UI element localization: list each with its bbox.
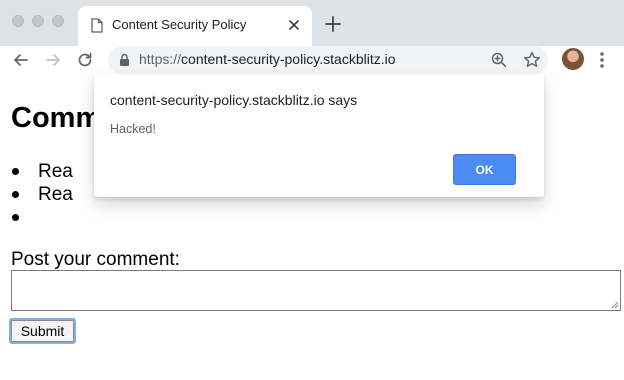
comment-list: Rea Rea [12,160,73,229]
tab-title: Content Security Policy [112,17,247,32]
page-title: Comm [11,102,102,134]
list-item [12,206,73,229]
close-icon[interactable] [285,16,303,34]
browser-toolbar: https://content-security-policy.stackbli… [0,46,624,74]
arrow-right-icon[interactable] [43,50,63,70]
arrow-left-icon[interactable] [11,50,31,70]
ok-button[interactable]: OK [453,154,516,185]
dialog-title: content-security-policy.stackblitz.io sa… [110,92,358,108]
alert-dialog: content-security-policy.stackblitz.io sa… [94,74,544,197]
window-close-dot[interactable] [12,15,24,27]
list-item: Rea [12,183,73,206]
lock-icon[interactable] [119,53,130,67]
star-icon[interactable] [522,50,542,70]
kebab-menu-icon[interactable] [596,50,608,70]
document-icon [91,18,103,33]
avatar[interactable] [562,48,584,70]
tab-strip: Content Security Policy [0,0,624,46]
zoom-in-icon[interactable] [490,51,508,69]
browser-tab-active[interactable]: Content Security Policy [78,6,312,46]
url-text: https://content-security-policy.stackbli… [139,51,396,67]
bullet [12,168,19,175]
comment-text: Rea [38,161,73,182]
dialog-message: Hacked! [110,122,156,136]
list-item: Rea [12,160,73,183]
bullet [12,191,19,198]
address-bar[interactable]: https://content-security-policy.stackbli… [108,46,548,74]
reload-icon[interactable] [75,50,95,70]
plus-icon[interactable] [323,14,343,34]
window-minimize-dot[interactable] [32,15,44,27]
comment-textarea[interactable] [11,270,621,311]
submit-button[interactable]: Submit [9,318,76,344]
resize-grip-icon[interactable] [611,301,619,309]
bullet [12,214,19,221]
post-comment-label: Post your comment: [11,249,180,270]
window-zoom-dot[interactable] [52,15,64,27]
comment-text: Rea [38,184,73,205]
